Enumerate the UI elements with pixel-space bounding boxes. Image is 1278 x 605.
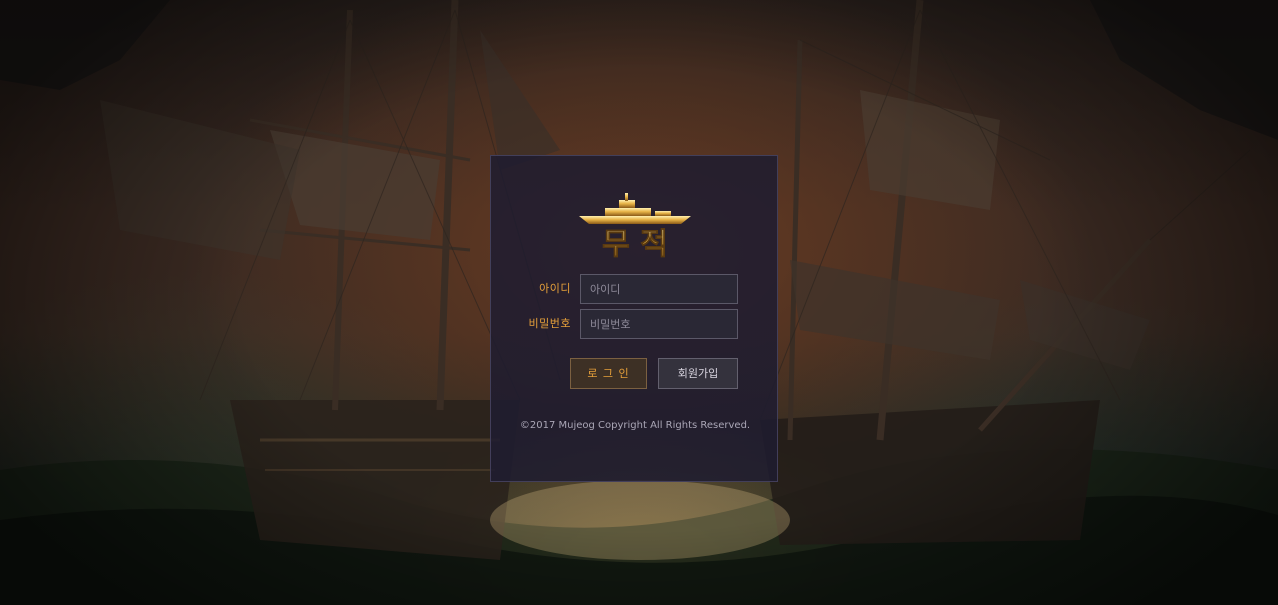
password-row: 비밀번호 bbox=[491, 309, 779, 339]
logo-text: 무 적 bbox=[602, 227, 668, 260]
password-label: 비밀번호 bbox=[528, 317, 571, 330]
login-panel: 무 적 아이디 비밀번호 로 그 인 회원가입 ©2017 Mujeog Cop… bbox=[490, 155, 778, 482]
signup-button[interactable]: 회원가입 bbox=[658, 358, 738, 389]
mujeog-logo: 무 적 bbox=[579, 193, 691, 260]
copyright-text: ©2017 Mujeog Copyright All Rights Reserv… bbox=[519, 420, 751, 431]
password-input[interactable] bbox=[580, 309, 738, 339]
login-page: 무 적 아이디 비밀번호 로 그 인 회원가입 ©2017 Mujeog Cop… bbox=[0, 0, 1278, 605]
id-label: 아이디 bbox=[539, 282, 571, 295]
id-input[interactable] bbox=[580, 274, 738, 304]
id-row: 아이디 bbox=[491, 274, 779, 304]
ship-icon bbox=[579, 193, 691, 224]
login-button[interactable]: 로 그 인 bbox=[570, 358, 647, 389]
